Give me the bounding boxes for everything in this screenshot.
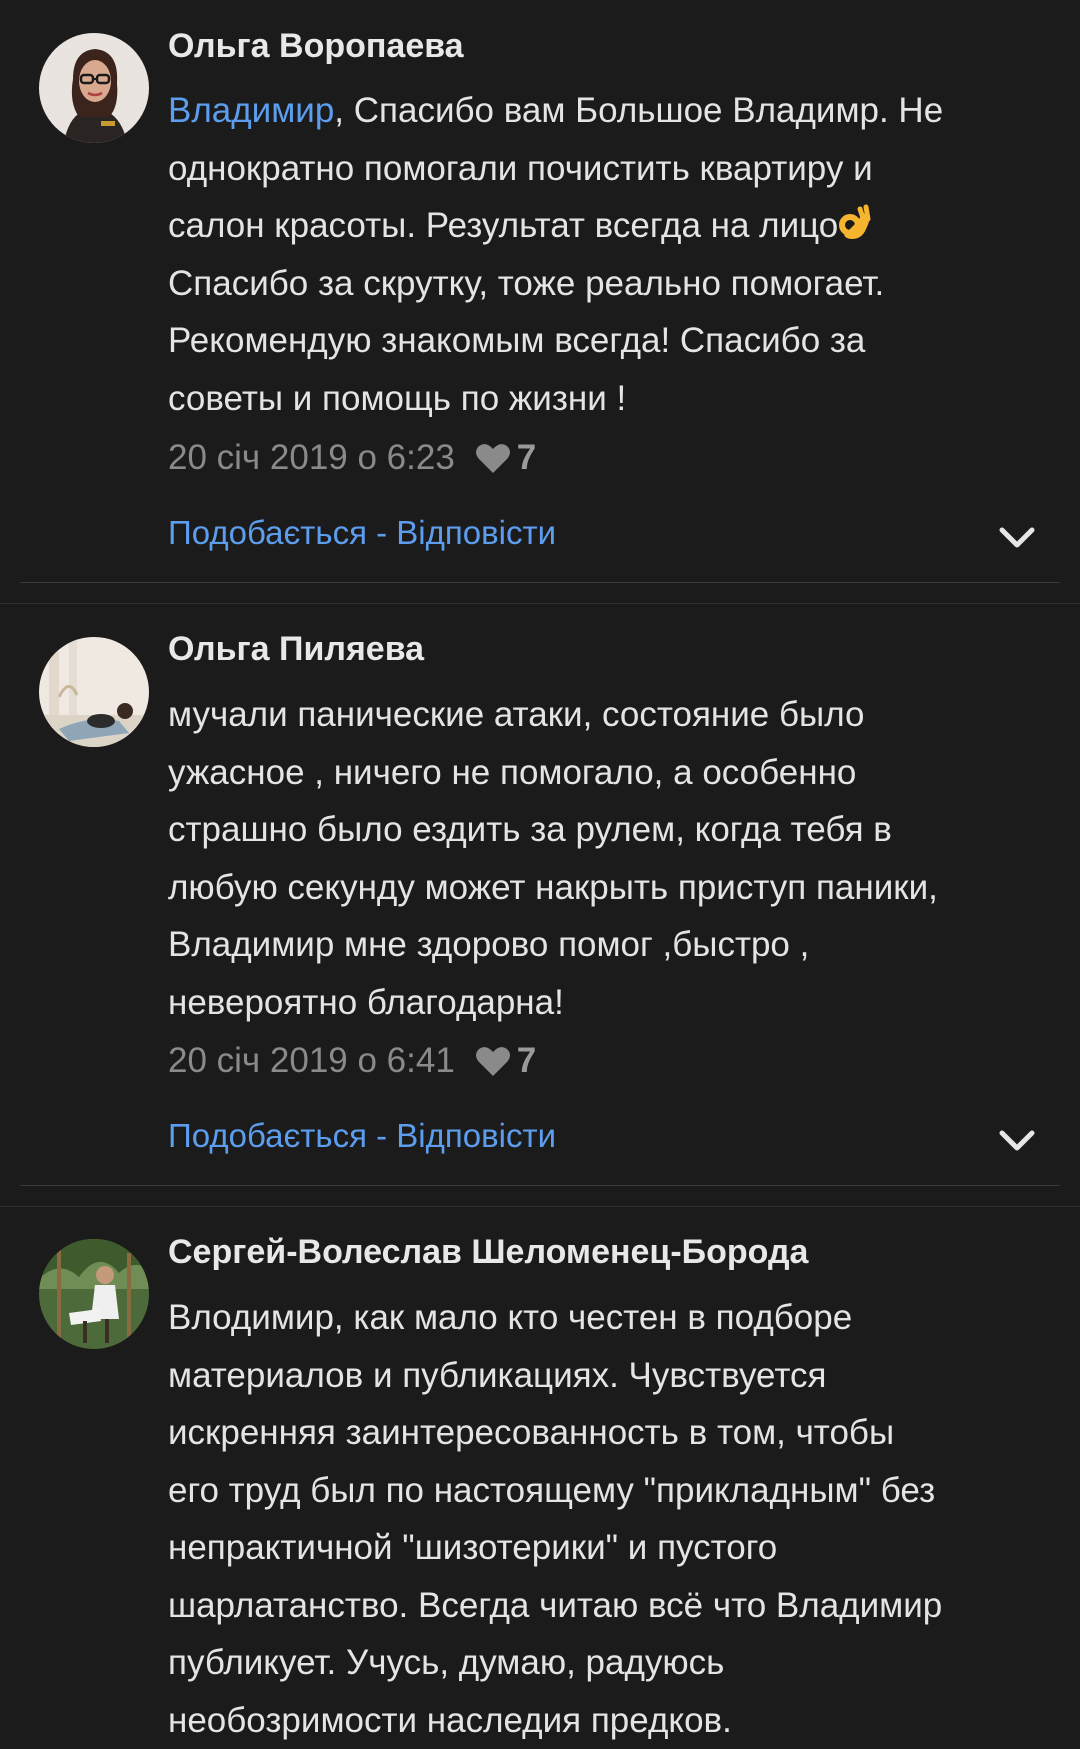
comment-author[interactable]: Ольга Пиляева [168,630,424,669]
comment-line: Влодимир, как мало кто честен в подборе [168,1289,1068,1347]
comment-line: необозримости наследия предков. [168,1692,1068,1749]
comment-line: салон красоты. Результат всегда на лицо [168,197,1068,255]
mention-link[interactable]: Владимир [168,91,334,130]
comment-line: любую секунду может накрыть приступ пани… [168,859,1068,917]
comment-author[interactable]: Сергей-Волеслав Шеломенец-Борода [168,1233,808,1272]
section-divider [0,1206,1080,1207]
action-separator: - [367,514,396,551]
comment-text: Владимир, Спасибо вам Большое Владимр. Н… [168,82,1068,427]
chevron-down-icon[interactable] [998,1129,1036,1153]
comment-line: публикует. Учусь, думаю, радуюсь [168,1634,1068,1692]
comment-line: искренняя заинтересованность в том, чтоб… [168,1404,1068,1462]
divider [20,582,1060,583]
comment-line: страшно было ездить за рулем, когда тебя… [168,801,1068,859]
like-link[interactable]: Подобається [168,1117,367,1154]
comment-line: его труд был по настоящему "прикладным" … [168,1462,1068,1520]
heart-icon [475,1045,511,1077]
comment-line-text: , Спасибо вам Большое Владимр. Не [334,91,943,130]
like-count: 7 [517,438,536,478]
comment-meta: 20 січ 2019 о 6:23 7 [168,438,536,478]
avatar-photo-woman-reclining [39,637,149,747]
comment-line: материалов и публикациях. Чувствуется [168,1347,1068,1405]
comment-line: однократно помогали почистить квартиру и [168,140,1068,198]
comment-meta: 20 січ 2019 о 6:41 7 [168,1041,536,1081]
comment-text: мучали панические атаки, состояние было … [168,686,1068,1031]
ok-hand-emoji-icon [838,203,874,243]
avatar[interactable] [39,1239,149,1349]
heart-icon [475,442,511,474]
action-separator: - [367,1117,396,1154]
avatar-photo-man-outdoors [39,1239,149,1349]
comment-line-text: салон красоты. Результат всегда на лицо [168,206,838,245]
comment-line: Рекомендую знакомым всегда! Спасибо за [168,312,1068,370]
section-divider [0,603,1080,604]
comment-line: ужасное , ничего не помогало, а особенно [168,744,1068,802]
comment-line: Спасибо за скрутку, тоже реально помогае… [168,255,1068,313]
chevron-down-icon[interactable] [998,526,1036,550]
comment-actions: Подобається - Відповісти [168,1117,556,1155]
comment-line: непрактичной "шизотерики" и пустого [168,1519,1068,1577]
comment-line: шарлатанство. Всегда читаю всё что Влади… [168,1577,1068,1635]
avatar[interactable] [39,637,149,747]
comment-actions: Подобається - Відповісти [168,514,556,552]
comment-line: советы и помощь по жизни ! [168,370,1068,428]
like-link[interactable]: Подобається [168,514,367,551]
reply-link[interactable]: Відповісти [396,514,556,551]
comment-timestamp: 20 січ 2019 о 6:23 [168,438,455,478]
comment-author[interactable]: Ольга Воропаева [168,27,464,66]
comment-line: мучали панические атаки, состояние было [168,686,1068,744]
divider [20,1185,1060,1186]
comment-line: невероятно благодарна! [168,974,1068,1032]
reply-link[interactable]: Відповісти [396,1117,556,1154]
comment-timestamp: 20 січ 2019 о 6:41 [168,1041,455,1081]
comment-line: Владимир мне здорово помог ,быстро , [168,916,1068,974]
comment-line: Владимир, Спасибо вам Большое Владимр. Н… [168,82,1068,140]
like-count: 7 [517,1041,536,1081]
avatar-photo-woman-glasses [39,33,149,143]
avatar[interactable] [39,33,149,143]
comment-text: Влодимир, как мало кто честен в подборе … [168,1289,1068,1749]
